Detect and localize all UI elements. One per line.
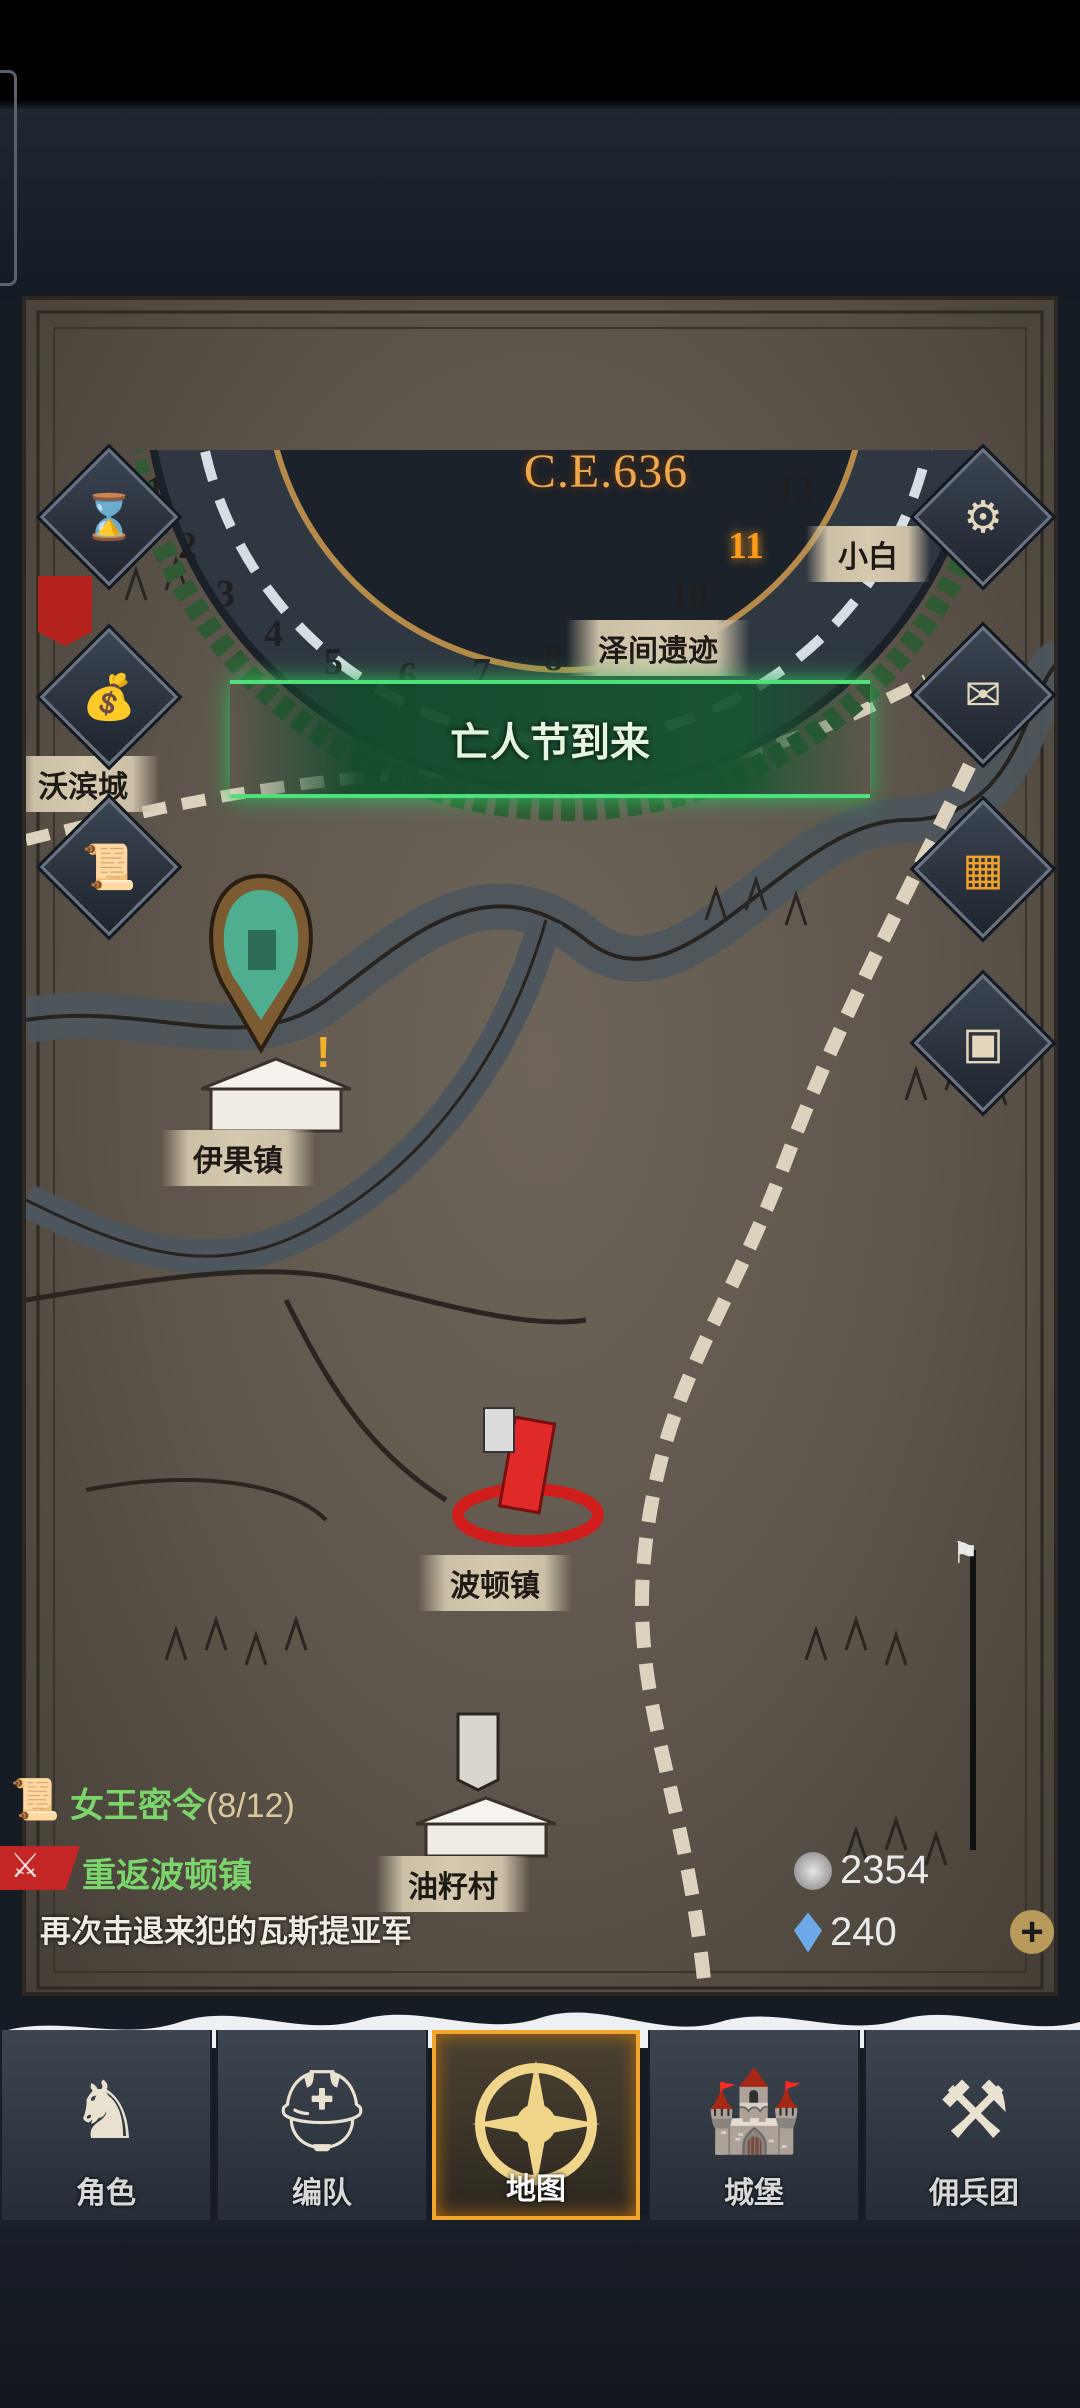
month-4: 4: [264, 613, 283, 655]
gear-icon: ⚙: [963, 492, 1003, 542]
nav-merc[interactable]: ⚒ 佣兵团: [864, 2030, 1080, 2220]
helmet-icon: ⛑: [271, 2066, 373, 2155]
battle-marker-icon[interactable]: [444, 1400, 614, 1550]
add-crystal-button[interactable]: +: [1010, 1910, 1054, 1954]
nav-team-label: 编队: [292, 2177, 352, 2210]
quest-title-row: 女王密令(8/12): [70, 1778, 295, 1827]
place-woyan[interactable]: 沃滨城: [26, 756, 160, 812]
quest-title: 女王密令: [70, 1787, 206, 1825]
crystal-resource: 240: [794, 1910, 897, 1955]
supplies-icon: ▣: [962, 1018, 1004, 1068]
knight-icon: ♞: [70, 2066, 142, 2155]
year-label: C.E.636: [523, 450, 689, 498]
nav-team[interactable]: ⛑ 编队: [216, 2030, 428, 2220]
nav-merc-label: 佣兵团: [929, 2177, 1019, 2210]
faction-banner-icon: [38, 576, 92, 646]
quest-description: 再次击退来犯的瓦斯提亚军: [40, 1914, 412, 1949]
place-zejian[interactable]: 泽间遗迹: [566, 620, 750, 676]
map-scroll-track[interactable]: [970, 1550, 976, 1850]
money-bag-icon: 💰: [81, 673, 137, 722]
flag-icon: ⚑: [952, 1537, 979, 1570]
bottom-nav: ♞ 角色 ⛑ 编队 地图 🏰 城堡 ⚒ 佣兵团: [0, 2008, 1080, 2220]
place-boton[interactable]: 波顿镇: [418, 1555, 572, 1611]
nav-role[interactable]: ♞ 角色: [0, 2030, 212, 2220]
alert-icon: !: [316, 1028, 331, 1077]
nav-role-label: 角色: [76, 2177, 136, 2210]
bottom-dark-band: [0, 2215, 1080, 2408]
hero-marker-icon[interactable]: [196, 870, 326, 1060]
month-8: 8: [544, 637, 563, 679]
month-12: 12: [776, 469, 814, 511]
month-10: 10: [670, 575, 708, 617]
nav-map[interactable]: 地图: [432, 2030, 640, 2220]
place-xiaobai[interactable]: 小白: [806, 526, 930, 582]
village-icon[interactable]: [406, 1710, 566, 1860]
world-map[interactable]: C.E.636 1 2 3 4 5 6 7 8 9 10 11 12 小白 泽间…: [22, 296, 1058, 1996]
silver-resource: 2354: [794, 1848, 929, 1893]
nav-map-label: 地图: [506, 2173, 566, 2206]
nav-castle-label: 城堡: [724, 2177, 784, 2210]
hourglass-icon: ⌛: [81, 493, 137, 542]
crystal-icon: [794, 1912, 822, 1953]
nav-castle[interactable]: 🏰 城堡: [648, 2030, 860, 2220]
scroll-icon: 📜: [81, 843, 137, 892]
silver-coin-icon: [794, 1851, 832, 1890]
scroll-quest-icon: 📜: [10, 1778, 60, 1822]
place-youzi[interactable]: 油籽村: [376, 1856, 530, 1912]
crossed-swords-icon: ⚔: [10, 1847, 41, 1885]
crystal-amount: 240: [830, 1910, 897, 1954]
silver-amount: 2354: [840, 1848, 929, 1892]
month-11: 11: [728, 525, 764, 567]
month-2: 2: [178, 525, 197, 567]
month-5: 5: [324, 641, 343, 683]
mail-icon: ✉: [964, 670, 1002, 720]
board-icon: ▦: [962, 844, 1004, 894]
quest-progress: (8/12): [206, 1787, 295, 1825]
place-yiguo[interactable]: 伊果镇: [161, 1130, 315, 1186]
event-banner[interactable]: 亡人节到来: [230, 680, 870, 798]
top-dark-band: [0, 0, 1080, 300]
mercenary-icon: ⚒: [938, 2066, 1010, 2155]
edge-tab[interactable]: [0, 70, 17, 286]
month-3: 3: [216, 573, 235, 615]
event-title: 亡人节到来: [450, 721, 650, 765]
quest-subtitle: 重返波顿镇: [82, 1857, 252, 1895]
castle-icon: 🏰: [704, 2066, 804, 2155]
